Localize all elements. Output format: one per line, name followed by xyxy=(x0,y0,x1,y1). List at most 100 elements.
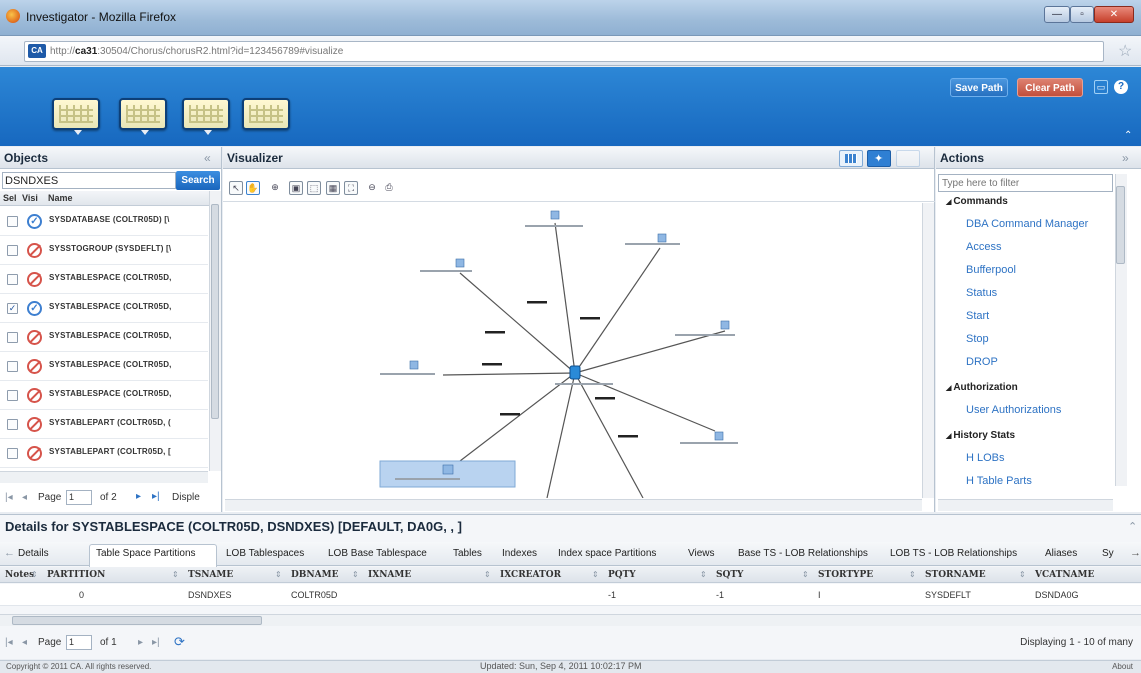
next-page-icon[interactable]: ▸ xyxy=(136,491,141,502)
hidden-icon[interactable] xyxy=(27,330,42,345)
tabs-scroll-left-icon[interactable]: ← xyxy=(4,547,15,559)
grid-view-icon[interactable] xyxy=(839,150,863,167)
actions-horizontal-scrollbar[interactable] xyxy=(938,499,1113,511)
actions-scroll-thumb[interactable] xyxy=(1116,186,1125,264)
collapse-left-icon[interactable]: « xyxy=(204,147,211,169)
action-item[interactable]: H Table Parts xyxy=(966,475,1032,487)
col-sel[interactable]: Sel xyxy=(3,193,17,203)
tool-menu-3[interactable] xyxy=(182,98,230,135)
select-checkbox[interactable]: ✓ xyxy=(7,303,18,314)
next-page-icon[interactable]: ▸ xyxy=(138,637,143,648)
action-item[interactable]: Start xyxy=(966,310,989,322)
select-checkbox[interactable] xyxy=(7,332,18,343)
list-item[interactable]: SYSTABLESPACE (COLTR05D, xyxy=(0,323,208,352)
marquee-icon[interactable]: ⬚ xyxy=(307,181,321,195)
first-page-icon[interactable]: |◂ xyxy=(5,637,13,648)
visible-check-icon[interactable]: ✓ xyxy=(27,214,42,229)
database-node-icon[interactable] xyxy=(569,365,581,380)
sort-icon[interactable]: ⇕ xyxy=(592,570,599,579)
tab-indexes[interactable]: Indexes xyxy=(502,548,537,559)
zoom-out-icon[interactable]: ⊖ xyxy=(365,181,379,195)
collapse-up-icon[interactable]: ⌃ xyxy=(1128,520,1137,533)
page-number-input[interactable]: 1 xyxy=(66,490,92,505)
visible-check-icon[interactable]: ✓ xyxy=(27,301,42,316)
column-header-storname[interactable]: STORNAME xyxy=(925,570,986,580)
column-header-notes[interactable]: Notes xyxy=(5,570,34,580)
details-horizontal-scrollbar[interactable] xyxy=(0,614,1141,626)
select-checkbox[interactable] xyxy=(7,274,18,285)
column-header-dbname[interactable]: DBNAME xyxy=(291,570,338,580)
tool-menu-1[interactable] xyxy=(52,98,100,135)
col-visi[interactable]: Visi xyxy=(22,193,38,203)
sort-icon[interactable]: ⇕ xyxy=(802,570,809,579)
node-icon[interactable] xyxy=(714,431,724,441)
tab-base-ts-lob-relationships[interactable]: Base TS - LOB Relationships xyxy=(738,548,868,559)
save-path-button[interactable]: Save Path xyxy=(950,78,1008,97)
action-item[interactable]: Stop xyxy=(966,333,989,345)
details-scroll-thumb[interactable] xyxy=(12,616,262,625)
hidden-icon[interactable] xyxy=(27,446,42,461)
action-item[interactable]: User Authorizations xyxy=(966,404,1061,416)
hidden-icon[interactable] xyxy=(27,417,42,432)
actions-section-header[interactable]: ◢ History Stats xyxy=(946,430,1015,441)
tool-menu-4[interactable] xyxy=(242,98,290,130)
action-item[interactable]: H LOBs xyxy=(966,452,1005,464)
visualizer-vertical-scrollbar[interactable] xyxy=(922,203,934,498)
clear-path-button[interactable]: Clear Path xyxy=(1017,78,1083,97)
list-item[interactable]: SYSSTOGROUP (SYSDEFLT) [\ xyxy=(0,236,208,265)
page-number-input[interactable]: 1 xyxy=(66,635,92,650)
select-tool-icon[interactable]: ↖ xyxy=(229,181,243,195)
tab-views[interactable]: Views xyxy=(688,548,715,559)
graph-canvas[interactable] xyxy=(225,203,920,498)
bookmark-star-icon[interactable]: ☆ xyxy=(1118,41,1132,61)
column-header-partition[interactable]: PARTITION xyxy=(47,570,105,580)
list-item[interactable]: SYSTABLESPACE (COLTR05D, xyxy=(0,381,208,410)
list-item[interactable]: ✓ ✓ SYSTABLESPACE (COLTR05D, xyxy=(0,294,208,323)
select-checkbox[interactable] xyxy=(7,419,18,430)
fullscreen-icon[interactable]: ⛶ xyxy=(344,181,358,195)
refresh-icon[interactable]: ⟳ xyxy=(174,634,185,650)
hidden-icon[interactable] xyxy=(27,388,42,403)
site-identity-icon[interactable]: CA xyxy=(28,44,46,58)
tab-lob-base-tablespace[interactable]: LOB Base Tablespace xyxy=(328,548,427,559)
actions-filter-input[interactable] xyxy=(938,174,1113,192)
sort-icon[interactable]: ⇕ xyxy=(275,570,282,579)
objects-horizontal-scrollbar[interactable] xyxy=(0,471,208,483)
action-item[interactable]: DBA Command Manager xyxy=(966,218,1088,230)
sort-icon[interactable]: ⇕ xyxy=(352,570,359,579)
minimize-button[interactable]: — xyxy=(1044,6,1070,23)
tab-aliases[interactable]: Aliases xyxy=(1045,548,1077,559)
column-header-tsname[interactable]: TSNAME xyxy=(188,570,233,580)
select-checkbox[interactable] xyxy=(7,448,18,459)
path-view-icon[interactable] xyxy=(896,150,920,167)
pan-hand-icon[interactable]: ✋ xyxy=(246,181,260,195)
action-item[interactable]: Access xyxy=(966,241,1001,253)
maximize-button[interactable]: ▫ xyxy=(1070,6,1094,23)
prev-page-icon[interactable]: ◂ xyxy=(22,637,27,648)
zoom-in-icon[interactable]: ⊕ xyxy=(268,181,282,195)
prev-page-icon[interactable]: ◂ xyxy=(22,492,27,503)
objects-search-button[interactable]: Search xyxy=(176,171,220,190)
sort-icon[interactable]: ⇕ xyxy=(700,570,707,579)
tab-lob-tablespaces[interactable]: LOB Tablespaces xyxy=(226,548,304,559)
node-icon[interactable] xyxy=(657,233,667,243)
sort-icon[interactable]: ⇕ xyxy=(1019,570,1026,579)
first-page-icon[interactable]: |◂ xyxy=(5,492,13,503)
tab-lob-ts-lob-relationships[interactable]: LOB TS - LOB Relationships xyxy=(890,548,1017,559)
column-header-vcatname[interactable]: VCATNAME xyxy=(1035,570,1094,580)
hidden-icon[interactable] xyxy=(27,359,42,374)
node-icon[interactable] xyxy=(455,258,465,268)
hidden-icon[interactable] xyxy=(27,272,42,287)
tab-sy[interactable]: Sy xyxy=(1102,548,1114,559)
objects-scroll-thumb[interactable] xyxy=(211,204,219,419)
window-icon[interactable]: ▭ xyxy=(1094,80,1108,94)
list-item[interactable]: SYSTABLEPART (COLTR05D, [ xyxy=(0,439,208,468)
node-icon[interactable] xyxy=(720,320,730,330)
tab-table-space-partitions[interactable]: Table Space Partitions xyxy=(96,548,196,559)
actions-section-header[interactable]: ◢ Commands xyxy=(946,196,1008,207)
tab-details[interactable]: Details xyxy=(18,548,49,559)
action-item[interactable]: Status xyxy=(966,287,997,299)
col-name[interactable]: Name xyxy=(48,193,73,203)
layout-icon[interactable]: ▦ xyxy=(326,181,340,195)
select-checkbox[interactable] xyxy=(7,390,18,401)
